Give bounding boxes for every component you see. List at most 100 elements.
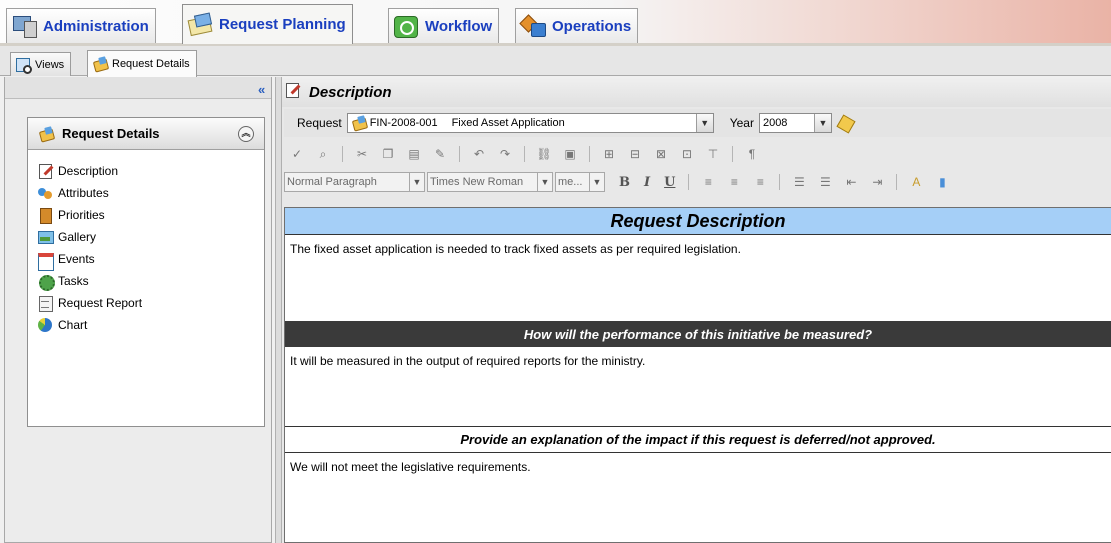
format-stripper-icon[interactable]: ✎: [432, 146, 448, 162]
collapse-left-pane-icon[interactable]: «: [258, 82, 265, 97]
nav-item-request-report[interactable]: Request Report: [37, 292, 264, 314]
content-title: Description: [309, 83, 392, 101]
panel-title: Request Details: [62, 126, 160, 141]
chevron-down-icon[interactable]: ▼: [409, 173, 424, 191]
year-value: 2008: [762, 117, 788, 129]
tab-views[interactable]: Views: [10, 52, 72, 76]
nav-item-tasks[interactable]: Tasks: [37, 270, 264, 292]
hyperlink-icon[interactable]: ⛓: [536, 146, 552, 162]
insert-table-icon[interactable]: ⊞: [601, 146, 617, 162]
answer-impact[interactable]: We will not meet the legislative require…: [285, 453, 1111, 481]
paragraph-style-select[interactable]: Normal Paragraph ▼: [284, 172, 425, 192]
tab-operations[interactable]: Operations: [515, 8, 639, 43]
request-select[interactable]: FIN-2008-001 Fixed Asset Application ▼: [346, 113, 714, 133]
outdent-icon[interactable]: ⇤: [843, 174, 859, 190]
undo-icon[interactable]: ↶: [471, 146, 487, 162]
numbered-list-icon[interactable]: ☰: [791, 174, 807, 190]
pane-splitter[interactable]: [275, 77, 282, 543]
chevron-down-icon[interactable]: ▼: [813, 114, 831, 132]
nav-item-chart[interactable]: Chart: [37, 314, 264, 336]
content-pane: Description Request FIN-2008-001 Fixed A…: [282, 77, 1111, 543]
panel-header[interactable]: Request Details ︽: [28, 118, 264, 150]
bold-button[interactable]: B: [619, 175, 630, 190]
chevron-down-icon[interactable]: ▼: [695, 114, 713, 132]
align-left-icon[interactable]: ≡: [700, 174, 716, 190]
find-icon[interactable]: ⌕: [315, 146, 331, 162]
left-pane-header: [5, 77, 271, 99]
copy-icon[interactable]: ❐: [380, 146, 396, 162]
chart-icon: [37, 317, 53, 333]
priorities-icon: [37, 207, 53, 224]
toolbar-separator: [732, 146, 733, 162]
request-icon: [351, 115, 367, 131]
font-size-value: me...: [558, 176, 583, 188]
request-details-icon: [38, 126, 54, 142]
nav-item-priorities[interactable]: Priorities: [37, 204, 264, 226]
editor-toolbar-2: Normal Paragraph ▼ Times New Roman ▼ me.…: [284, 169, 1111, 195]
chevron-down-icon[interactable]: ▼: [537, 173, 552, 191]
answer-performance[interactable]: It will be measured in the output of req…: [285, 347, 1111, 426]
paragraph-style-value: Normal Paragraph: [287, 176, 377, 188]
italic-button[interactable]: I: [644, 175, 650, 190]
sub-tab-bar: Views Request Details: [0, 46, 1111, 77]
toolbar-separator: [779, 174, 781, 190]
paste-icon[interactable]: ▤: [406, 146, 422, 162]
request-selector-bar: Request FIN-2008-001 Fixed Asset Applica…: [284, 109, 1111, 137]
align-center-icon[interactable]: ≡: [726, 174, 742, 190]
font-size-select[interactable]: me... ▼: [555, 172, 605, 192]
highlight-color-icon[interactable]: ▮: [934, 174, 950, 190]
tab-request-details[interactable]: Request Details: [87, 50, 197, 77]
text-color-icon[interactable]: A: [908, 174, 924, 190]
description-icon: [284, 82, 304, 102]
split-cells-icon[interactable]: ⊤: [705, 146, 721, 162]
nav-item-events[interactable]: Events: [37, 248, 264, 271]
attributes-icon: [37, 185, 53, 201]
nav-item-label: Priorities: [58, 208, 105, 222]
toolbar-separator: [589, 146, 590, 162]
tab-request-planning[interactable]: Request Planning: [182, 4, 353, 44]
align-right-icon[interactable]: ≡: [752, 174, 768, 190]
content-header: Description: [282, 77, 1111, 107]
nav-item-label: Tasks: [58, 274, 89, 288]
nav-item-description[interactable]: Description: [37, 160, 264, 182]
question-performance: How will the performance of this initiat…: [285, 321, 1111, 347]
nav-item-gallery[interactable]: Gallery: [37, 226, 264, 248]
operations-icon: [520, 13, 546, 39]
insert-image-icon[interactable]: ▣: [562, 146, 578, 162]
editor-toolbar-1: ✓ ⌕ ✂ ❐ ▤ ✎ ↶ ↷ ⛓ ▣ ⊞ ⊟ ⊠ ⊡ ⊤ ¶: [284, 141, 1111, 167]
description-text[interactable]: The fixed asset application is needed to…: [285, 235, 1111, 321]
insert-column-icon[interactable]: ⊠: [653, 146, 669, 162]
underline-button[interactable]: U: [664, 175, 675, 190]
nav-item-label: Chart: [58, 318, 88, 332]
request-report-icon: [37, 295, 53, 312]
rich-text-editor[interactable]: Request Description The fixed asset appl…: [284, 207, 1111, 543]
redo-icon[interactable]: ↷: [497, 146, 513, 162]
chevron-down-icon[interactable]: ▼: [589, 173, 604, 191]
request-details-nav: Description Attributes Priorities Galler…: [28, 150, 264, 336]
tab-workflow[interactable]: Workflow: [388, 8, 500, 43]
nav-item-attributes[interactable]: Attributes: [37, 182, 264, 204]
main-tab-bar: Administration Request Planning Workflow…: [0, 0, 1111, 46]
nav-item-label: Events: [58, 252, 95, 266]
cut-icon[interactable]: ✂: [354, 146, 370, 162]
indent-icon[interactable]: ⇥: [869, 174, 885, 190]
insert-row-icon[interactable]: ⊟: [627, 146, 643, 162]
merge-cells-icon[interactable]: ⊡: [679, 146, 695, 162]
views-icon: [15, 57, 32, 74]
editor-heading: Request Description: [285, 208, 1111, 235]
tab-request-details-label: Request Details: [112, 58, 190, 70]
refresh-icon[interactable]: [837, 115, 853, 131]
nav-item-label: Gallery: [58, 230, 97, 244]
paragraph-marks-icon[interactable]: ¶: [744, 146, 760, 162]
left-pane: « Request Details ︽ Description Attribut…: [4, 77, 272, 543]
toolbar-separator: [688, 174, 690, 190]
font-family-select[interactable]: Times New Roman ▼: [427, 172, 553, 192]
bulleted-list-icon[interactable]: ☰: [817, 174, 833, 190]
tab-administration[interactable]: Administration: [6, 8, 156, 43]
spellcheck-icon[interactable]: ✓: [289, 146, 305, 162]
panel-collapse-icon[interactable]: ︽: [238, 126, 254, 142]
year-select[interactable]: 2008 ▼: [758, 113, 832, 133]
toolbar-separator: [459, 146, 460, 162]
tab-workflow-label: Workflow: [425, 17, 493, 35]
workflow-icon: [393, 13, 419, 39]
